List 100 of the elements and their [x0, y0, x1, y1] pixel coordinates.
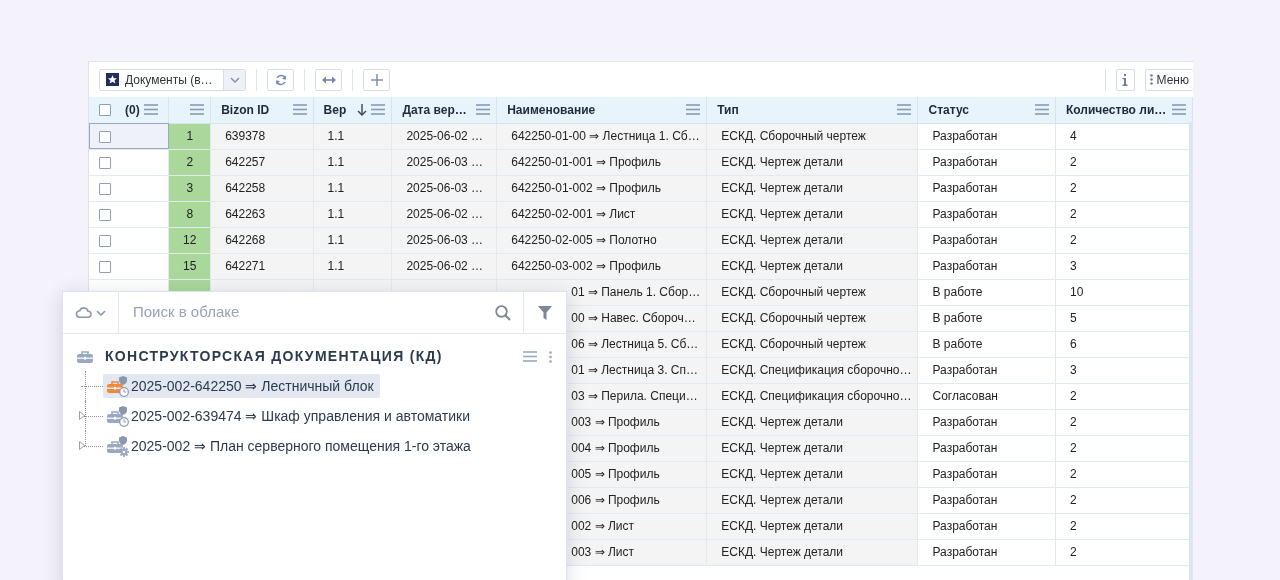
row-checkbox[interactable] — [99, 208, 111, 221]
table-cell: Разработан — [918, 461, 1056, 487]
table-cell: Разработан — [918, 409, 1056, 435]
table-cell: ЕСКД. Чертеж детали — [706, 227, 918, 253]
table-cell: 002 ⇒ Лист — [571, 519, 634, 533]
refresh-button[interactable] — [267, 68, 294, 91]
table-cell: 03 ⇒ Перила. Специ… — [571, 389, 698, 403]
table-cell: ЕСКД. Чертеж детали — [706, 539, 918, 565]
cloud-icon — [75, 307, 92, 318]
table-cell: ЕСКД. Сборочный чертеж — [706, 123, 918, 149]
table-cell: В работе — [918, 331, 1056, 357]
filter-button[interactable] — [524, 292, 566, 333]
table-cell: ЕСКД. Чертеж детали — [706, 513, 918, 539]
table-cell: 1.1 — [313, 253, 392, 279]
select-all-checkbox[interactable] — [99, 103, 111, 116]
filter-icon — [538, 305, 552, 320]
tree-item[interactable]: 2025-002-639474 ⇒ Шкаф управления и автоматики — [103, 404, 476, 428]
table-cell: ЕСКД. Чертеж детали — [706, 435, 918, 461]
table-cell: В работе — [918, 279, 1056, 305]
table-cell: Разработан — [918, 175, 1056, 201]
fit-width-button[interactable] — [315, 68, 342, 91]
table-cell: 642257 — [210, 149, 314, 175]
table-cell: 01 ⇒ Лестница 3. Сп… — [571, 363, 698, 377]
table-cell: Разработан — [918, 149, 1056, 175]
table-cell: ЕСКД. Чертеж детали — [706, 253, 918, 279]
expand-icon[interactable] — [79, 411, 85, 420]
table-cell: Разработан — [918, 123, 1056, 149]
info-button[interactable] — [1115, 68, 1135, 91]
table-cell: Согласован — [918, 383, 1056, 409]
table-cell: 642271 — [210, 253, 314, 279]
add-button[interactable] — [363, 68, 390, 91]
table-cell: 003 ⇒ Лист — [571, 545, 634, 559]
table-cell: 005 ⇒ Профиль — [571, 467, 660, 481]
table-cell: ЕСКД. Спецификация сборочно… — [706, 357, 918, 383]
table-cell: 2025-06-02 … — [391, 123, 497, 149]
table-cell: 642250-03-002 ⇒ Профиль — [496, 253, 707, 279]
table-cell: 01 ⇒ Панель 1. Сбор… — [571, 285, 701, 299]
column-menu-icon[interactable] — [371, 103, 386, 117]
table-cell: ЕСКД. Сборочный чертеж — [706, 305, 918, 331]
table-cell: 003 ⇒ Профиль — [571, 415, 660, 429]
table-cell: 1.1 — [313, 149, 392, 175]
info-icon — [1122, 73, 1129, 86]
table-cell: 642250-02-001 ⇒ Лист — [496, 201, 707, 227]
toolbox-icon — [107, 405, 129, 427]
search-field[interactable]: Поиск в облаке — [131, 300, 495, 325]
table-cell: Разработан — [918, 201, 1056, 227]
column-menu-icon[interactable] — [190, 103, 205, 117]
table-cell: ЕСКД. Чертеж детали — [706, 409, 918, 435]
column-menu-icon[interactable] — [292, 103, 307, 117]
table-cell: 642250-01-002 ⇒ Профиль — [496, 175, 707, 201]
table-cell: ЕСКД. Чертеж детали — [706, 201, 918, 227]
table-cell: Разработан — [918, 539, 1056, 565]
column-menu-icon[interactable] — [686, 103, 701, 117]
table-cell: 642250-01-00 ⇒ Лестница 1. Сб… — [496, 123, 707, 149]
sort-arrow-icon — [357, 103, 368, 116]
view-select[interactable]: Документы (в… — [99, 68, 246, 91]
table-cell: ЕСКД. Спецификация сборочно… — [706, 383, 918, 409]
plus-icon — [370, 73, 383, 86]
table-cell: 1.1 — [313, 227, 392, 253]
column-menu-icon[interactable] — [1035, 103, 1049, 117]
double-arrow-icon — [321, 75, 336, 84]
row-checkbox[interactable] — [99, 234, 111, 247]
table-cell: 642250-02-005 ⇒ Полотно — [496, 227, 707, 253]
list-icon[interactable] — [523, 350, 537, 363]
table-cell: ЕСКД. Чертеж детали — [706, 461, 918, 487]
column-menu-icon[interactable] — [897, 103, 912, 117]
tree-item[interactable]: 2025-002 ⇒ План серверного помещения 1-го этажа — [103, 434, 477, 458]
caret-icon — [229, 76, 240, 83]
cloud-picker[interactable] — [63, 292, 119, 333]
row-checkbox[interactable] — [99, 182, 111, 195]
table-cell: 642268 — [210, 227, 314, 253]
chevron-down-icon — [96, 309, 106, 316]
table-cell: Разработан — [918, 435, 1056, 461]
column-header[interactable]: (0) — [125, 100, 140, 119]
expand-icon[interactable] — [79, 441, 85, 450]
column-menu-icon[interactable] — [143, 103, 158, 117]
table-cell: Разработан — [918, 227, 1056, 253]
menu-button[interactable]: Меню — [1144, 68, 1193, 91]
kebab-icon — [1149, 74, 1153, 85]
row-checkbox[interactable] — [99, 130, 111, 143]
table-cell: 639378 — [210, 123, 314, 149]
table-cell: 004 ⇒ Профиль — [571, 441, 660, 455]
table-cell: Разработан — [918, 487, 1056, 513]
table-cell: 642250-01-001 ⇒ Профиль — [496, 149, 707, 175]
column-menu-icon[interactable] — [1172, 103, 1186, 117]
table-cell: Разработан — [918, 253, 1056, 279]
column-menu-icon[interactable] — [476, 103, 491, 117]
table-cell: ЕСКД. Чертеж детали — [706, 487, 918, 513]
table-cell: Разработан — [918, 357, 1056, 383]
table-cell: 2025-06-03 … — [391, 227, 497, 253]
table-cell: 00 ⇒ Навес. Сбороч… — [571, 311, 696, 325]
table-cell: 06 ⇒ Лестница 5. Сб… — [571, 337, 699, 351]
table-cell: 006 ⇒ Профиль — [571, 493, 660, 507]
row-checkbox[interactable] — [99, 156, 111, 169]
table-cell: 642263 — [210, 201, 314, 227]
toolbox-icon — [107, 435, 129, 457]
kebab-icon[interactable] — [549, 350, 552, 363]
table-cell: Разработан — [918, 513, 1056, 539]
row-checkbox[interactable] — [99, 260, 111, 273]
tree-item[interactable]: 2025-002-642250 ⇒ Лестничный блок — [103, 374, 380, 398]
